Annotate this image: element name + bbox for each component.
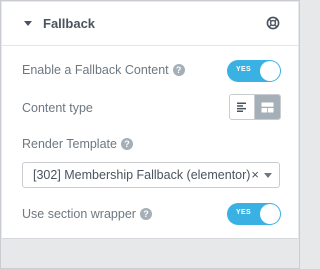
toggle-yes-text: YES <box>236 209 251 216</box>
toggle-knob <box>260 204 280 224</box>
render-template-value: [302] Membership Fallback (elementor) <box>33 168 251 182</box>
text-align-left-icon <box>237 102 246 112</box>
caret-down-icon[interactable] <box>24 21 32 26</box>
chevron-down-icon[interactable] <box>264 173 272 178</box>
section-wrapper-label-text: Use section wrapper <box>22 207 136 221</box>
section-wrapper-toggle[interactable]: YES <box>227 203 281 225</box>
fallback-toggle[interactable]: YES <box>227 60 281 82</box>
section-content: Enable a Fallback Content? YES Content t… <box>2 46 298 239</box>
section-title: Fallback <box>43 16 96 31</box>
render-template-select[interactable]: [302] Membership Fallback (elementor) × <box>22 162 280 188</box>
clear-icon[interactable]: × <box>251 167 259 182</box>
template-grid-icon <box>261 102 274 112</box>
toggle-knob <box>260 61 280 81</box>
help-icon[interactable]: ? <box>172 64 185 76</box>
fallback-toggle-label: Enable a Fallback Content? <box>22 63 185 77</box>
fallback-toggle-label-text: Enable a Fallback Content <box>22 63 169 77</box>
content-type-label: Content type <box>22 101 93 115</box>
content-type-template-option[interactable] <box>255 95 280 119</box>
help-icon[interactable]: ? <box>139 208 152 220</box>
help-circle-icon[interactable] <box>266 16 280 30</box>
section-wrapper-label: Use section wrapper? <box>22 207 152 221</box>
render-template-label-text: Render Template <box>22 137 117 151</box>
help-icon[interactable]: ? <box>120 138 133 150</box>
toggle-yes-text: YES <box>236 66 251 73</box>
render-template-label: Render Template? <box>22 137 133 151</box>
section-header-fallback[interactable]: Fallback <box>2 2 298 46</box>
content-type-text-option[interactable] <box>230 95 255 119</box>
controls-panel: Fallback Enable a Fallback Content? YES … <box>0 0 300 269</box>
content-type-choose <box>229 94 281 120</box>
